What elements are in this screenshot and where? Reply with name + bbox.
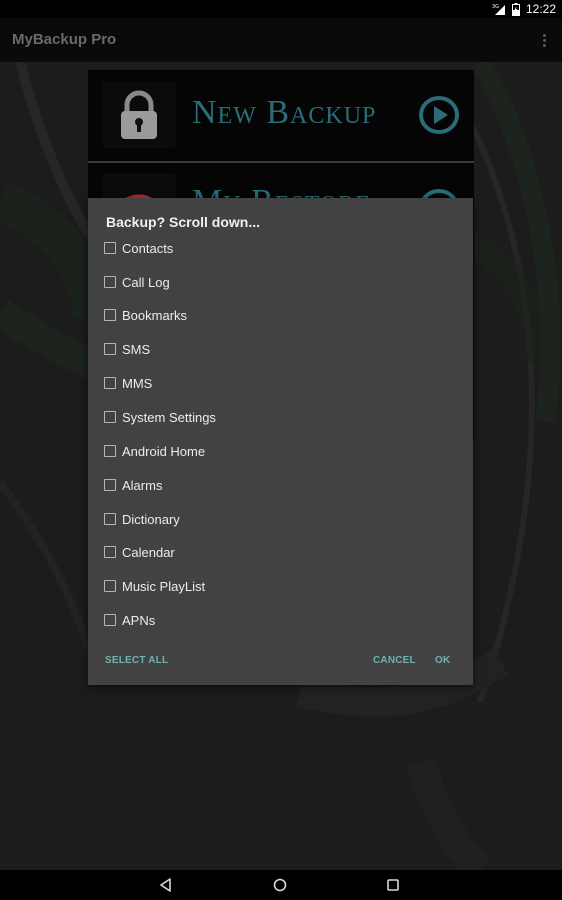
option-label: Alarms: [122, 477, 163, 493]
option-label: Android Home: [122, 443, 206, 459]
signal-3g-icon: 3G: [492, 3, 506, 15]
battery-charging-icon: [511, 2, 520, 16]
option-apns[interactable]: APNs: [104, 608, 155, 632]
checkbox[interactable]: [104, 377, 116, 389]
option-alarms[interactable]: Alarms: [104, 473, 162, 497]
my-restore-button[interactable]: My Restore: [88, 163, 474, 199]
checkbox[interactable]: [104, 276, 116, 288]
option-label: Dictionary: [122, 511, 180, 527]
lifebuoy-icon: [102, 173, 176, 199]
back-icon[interactable]: [158, 877, 174, 893]
status-bar: 3G 12:22: [0, 0, 562, 18]
option-label: Contacts: [122, 240, 174, 256]
cancel-button[interactable]: CANCEL: [373, 655, 416, 666]
checkbox[interactable]: [104, 546, 116, 558]
option-android-home[interactable]: Android Home: [104, 439, 205, 463]
ok-button[interactable]: OK: [435, 655, 450, 666]
app-bar: MyBackup Pro: [0, 18, 562, 62]
option-calendar[interactable]: Calendar: [104, 540, 175, 564]
checkbox[interactable]: [104, 614, 116, 626]
checkbox[interactable]: [104, 411, 116, 423]
option-label: System Settings: [122, 409, 216, 425]
play-circle-icon: [418, 94, 460, 141]
svg-text:3G: 3G: [492, 4, 499, 10]
select-all-button[interactable]: SELECT ALL: [105, 655, 168, 666]
option-sms[interactable]: SMS: [104, 337, 150, 361]
option-dictionary[interactable]: Dictionary: [104, 507, 180, 531]
option-label: SMS: [122, 341, 151, 357]
option-call-log[interactable]: Call Log: [104, 270, 170, 294]
option-label: Bookmarks: [122, 307, 188, 323]
option-mms[interactable]: MMS: [104, 371, 152, 395]
checkbox[interactable]: [104, 445, 116, 457]
checkbox[interactable]: [104, 242, 116, 254]
option-label: Music PlayList: [122, 578, 206, 594]
checkbox[interactable]: [104, 479, 116, 491]
overflow-menu-icon[interactable]: [536, 30, 552, 50]
navigation-bar: [0, 870, 562, 900]
app-title: MyBackup Pro: [12, 31, 117, 48]
option-label: Calendar: [122, 544, 175, 560]
option-label: MMS: [122, 375, 153, 391]
home-icon[interactable]: [272, 877, 288, 893]
option-system-settings[interactable]: System Settings: [104, 405, 216, 429]
padlock-icon: [102, 82, 176, 148]
option-label: APNs: [122, 612, 156, 628]
option-contacts[interactable]: Contacts: [104, 236, 173, 260]
backup-dialog: Backup? Scroll down... Contacts Call Log…: [88, 198, 473, 685]
option-music-playlist[interactable]: Music PlayList: [104, 574, 205, 598]
checkbox[interactable]: [104, 580, 116, 592]
new-backup-button[interactable]: New Backup: [88, 70, 474, 161]
checkbox[interactable]: [104, 343, 116, 355]
checkbox[interactable]: [104, 513, 116, 525]
recents-icon[interactable]: [385, 877, 401, 893]
clock: 12:22: [525, 2, 556, 16]
my-restore-label: My Restore: [192, 183, 371, 199]
checkbox[interactable]: [104, 309, 116, 321]
option-bookmarks[interactable]: Bookmarks: [104, 303, 187, 327]
dialog-title: Backup? Scroll down...: [106, 214, 261, 230]
option-label: Call Log: [122, 274, 170, 290]
new-backup-label: New Backup: [192, 94, 377, 131]
